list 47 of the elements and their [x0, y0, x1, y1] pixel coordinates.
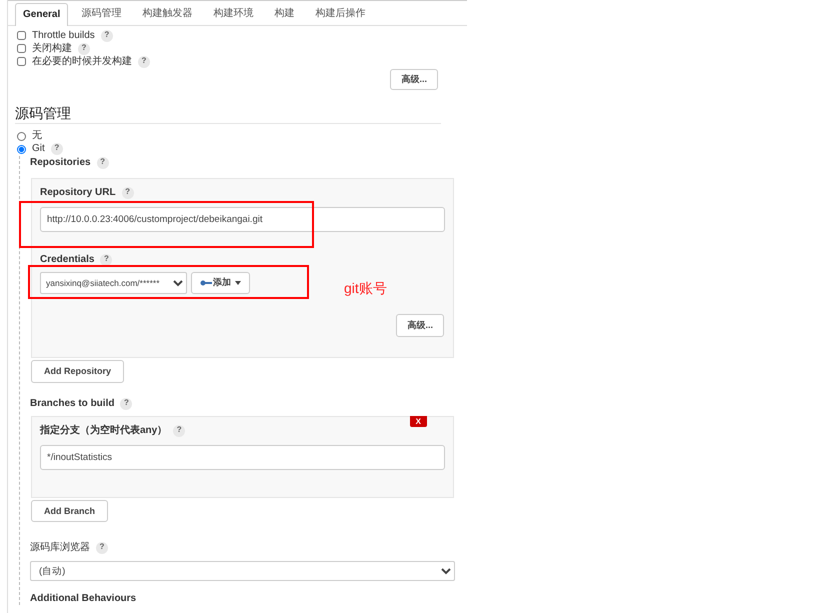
- checkbox[interactable]: [17, 31, 26, 40]
- help-icon[interactable]: ?: [138, 56, 150, 68]
- checkbox[interactable]: [17, 57, 26, 66]
- help-icon[interactable]: ?: [120, 398, 132, 410]
- help-icon[interactable]: ?: [50, 143, 63, 156]
- advanced-button[interactable]: 高级...: [396, 314, 444, 337]
- branch-specifier-field[interactable]: */inoutStatistics: [40, 444, 445, 470]
- checkbox[interactable]: [17, 44, 26, 53]
- tab[interactable]: 构建后操作: [307, 2, 374, 25]
- radio-label: 无: [32, 130, 42, 142]
- help-icon[interactable]: ?: [122, 186, 134, 199]
- help-icon[interactable]: ?: [96, 542, 108, 554]
- tab[interactable]: 构建: [266, 2, 302, 25]
- caret-icon: [235, 280, 241, 285]
- field-label: 源码库浏览器: [30, 542, 90, 554]
- help-icon[interactable]: ?: [173, 424, 186, 437]
- radio-label: Git: [32, 143, 45, 156]
- checkbox-label: Throttle builds: [32, 30, 95, 42]
- field-label: Credentials: [40, 254, 94, 266]
- radio-button[interactable]: [17, 144, 26, 154]
- checkbox-label: 关闭构建: [32, 42, 72, 54]
- tab[interactable]: General: [15, 3, 68, 26]
- delete-button[interactable]: X: [410, 416, 427, 427]
- tab[interactable]: 构建环境: [205, 2, 262, 25]
- branches-label: Branches to build: [30, 398, 114, 410]
- section-title: 源码管理: [15, 104, 441, 124]
- add-branch-button[interactable]: Add Branch: [31, 500, 108, 522]
- tab[interactable]: 构建触发器: [134, 2, 200, 25]
- add-repository-button[interactable]: Add Repository: [31, 360, 124, 383]
- checkbox-label: 在必要的时候并发构建: [32, 56, 132, 68]
- field-label: 指定分支（为空时代表any）: [40, 424, 168, 437]
- help-icon[interactable]: ?: [78, 42, 90, 54]
- repository-browser-dropdown[interactable]: (自动): [30, 561, 455, 582]
- help-icon[interactable]: ?: [96, 156, 109, 169]
- help-icon[interactable]: ?: [100, 30, 113, 42]
- section-label: Additional Behaviours: [30, 593, 138, 606]
- repositories-label: Repositories: [30, 156, 91, 169]
- annotation-text: git账号: [344, 280, 387, 297]
- key-icon: [200, 280, 212, 286]
- repository-url-field[interactable]: http://10.0.0.23:4006/customproject/debeikangai.git: [40, 206, 445, 232]
- advanced-button[interactable]: 高级...: [390, 69, 438, 90]
- help-icon[interactable]: ?: [100, 254, 112, 266]
- credentials-dropdown[interactable]: yansixinq@siiatech.com/******: [40, 272, 187, 294]
- tab[interactable]: 源码管理: [73, 2, 130, 25]
- add-credentials-button[interactable]: 添加: [191, 272, 250, 294]
- radio-button[interactable]: [17, 132, 26, 141]
- field-label: Repository URL: [40, 186, 116, 199]
